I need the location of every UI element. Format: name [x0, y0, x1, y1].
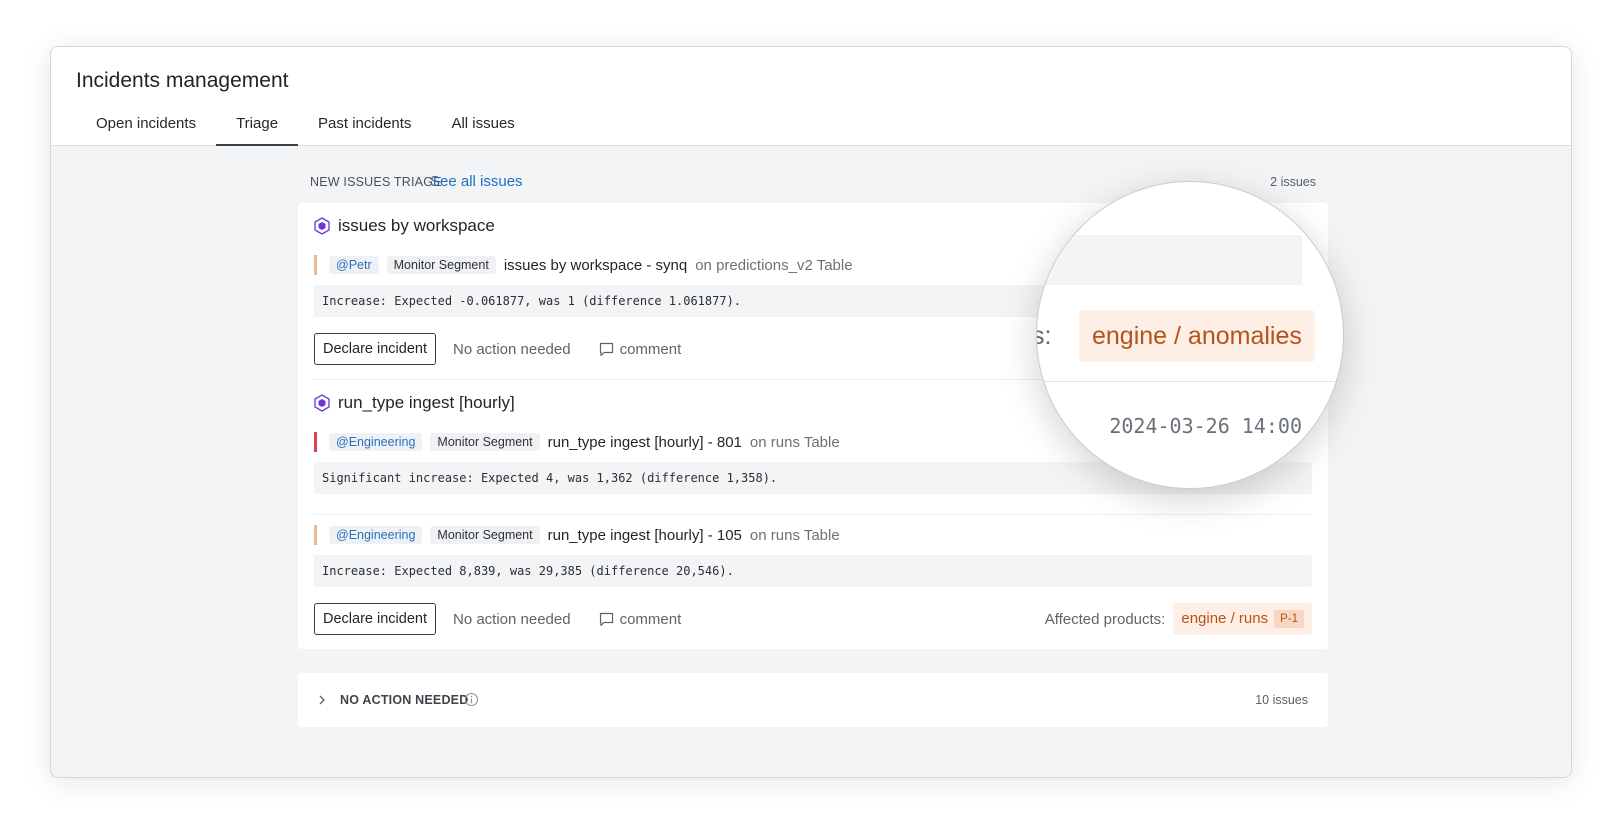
issue-name[interactable]: run_type ingest [hourly] - 801	[548, 434, 742, 451]
monitor-hexagon-icon	[314, 217, 330, 235]
affected-products-label: Affected products:	[1044, 610, 1166, 628]
comment-label: comment	[619, 610, 682, 628]
issue-table-ref: on runs Table	[749, 433, 840, 451]
tab-past-incidents[interactable]: Past incidents	[298, 115, 431, 146]
page-title: Incidents management	[76, 69, 289, 92]
magnified-divider	[1037, 381, 1343, 382]
tab-bar: Open incidents Triage Past incidents All…	[76, 115, 535, 146]
window-header: Incidents management Open incidents Tria…	[51, 47, 1571, 146]
issue-count: 2 issues	[1270, 175, 1316, 189]
comment-button[interactable]: comment	[599, 610, 682, 628]
magnified-timestamp: 2024-03-26 14:00	[1109, 414, 1302, 438]
segment-tag: Monitor Segment	[386, 256, 496, 274]
no-action-needed-label: NO ACTION NEEDED	[340, 693, 469, 707]
owner-tag[interactable]: @Engineering	[329, 433, 423, 451]
affected-products: Affected products: engine / runs P-1	[1045, 603, 1312, 635]
no-action-needed-section[interactable]: NO ACTION NEEDED 10 issues	[298, 673, 1328, 727]
issue-table-ref: on predictions_v2 Table	[695, 256, 853, 274]
chevron-right-icon[interactable]	[316, 693, 328, 707]
comment-icon	[599, 612, 613, 626]
section-label: NEW ISSUES TRIAGE	[310, 175, 442, 189]
no-action-count: 10 issues	[1255, 693, 1308, 707]
issue-row[interactable]: @Engineering Monitor Segment run_type in…	[314, 525, 1312, 545]
magnifier-lens: ts: engine / anomalies 2024-03-26 14:00	[1036, 181, 1344, 489]
declare-incident-button[interactable]: Declare incident	[314, 333, 436, 365]
no-action-needed-button[interactable]: No action needed	[453, 611, 571, 628]
issue-divider	[314, 514, 1312, 515]
magnified-affected-label: ts:	[1037, 322, 1052, 350]
owner-tag[interactable]: @Petr	[329, 256, 379, 274]
tab-all-issues[interactable]: All issues	[431, 115, 534, 146]
monitor-hexagon-icon	[314, 394, 330, 412]
segment-tag: Monitor Segment	[430, 433, 540, 451]
declare-incident-button[interactable]: Declare incident	[314, 603, 436, 635]
owner-tag[interactable]: @Engineering	[329, 526, 423, 544]
see-all-issues-link[interactable]: See all issues	[430, 173, 523, 190]
comment-button[interactable]: comment	[599, 340, 682, 358]
magnified-product-chip: engine / anomalies	[1079, 310, 1315, 362]
issue-name[interactable]: issues by workspace - synq	[504, 257, 687, 274]
group-title-text: run_type ingest [hourly]	[338, 393, 515, 412]
info-icon[interactable]	[464, 692, 479, 707]
product-name: engine / runs	[1181, 610, 1269, 627]
issue-table-ref: on runs Table	[749, 526, 840, 544]
issue-message: Increase: Expected 8,839, was 29,385 (di…	[314, 555, 1312, 587]
group-actions: Declare incident No action needed commen…	[314, 603, 1312, 635]
tab-open-incidents[interactable]: Open incidents	[76, 115, 216, 146]
magnified-message-bar	[1037, 235, 1302, 285]
no-action-needed-button[interactable]: No action needed	[453, 341, 571, 358]
comment-label: comment	[619, 340, 682, 358]
product-chip[interactable]: engine / runs P-1	[1173, 603, 1312, 635]
comment-icon	[599, 342, 613, 356]
group-title-text: issues by workspace	[338, 216, 495, 235]
priority-badge: P-1	[1274, 610, 1304, 628]
segment-tag: Monitor Segment	[430, 526, 540, 544]
tab-triage[interactable]: Triage	[216, 115, 299, 146]
issue-name[interactable]: run_type ingest [hourly] - 105	[548, 527, 742, 544]
incidents-window: Incidents management Open incidents Tria…	[50, 46, 1572, 778]
